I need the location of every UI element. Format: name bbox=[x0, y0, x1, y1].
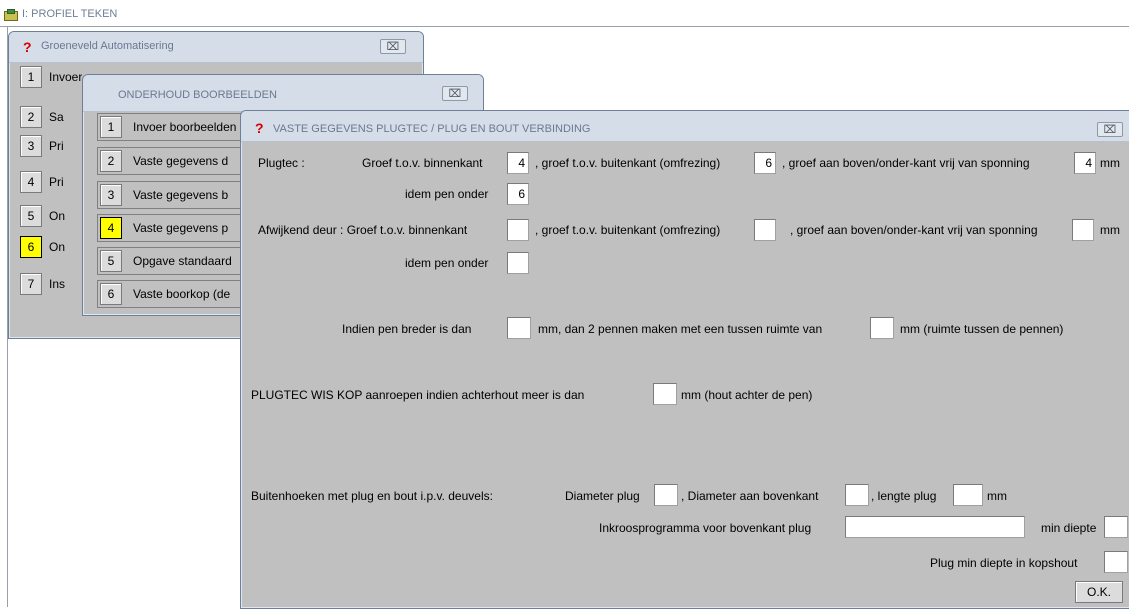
afwijkend-boven-input[interactable] bbox=[1072, 219, 1094, 241]
plugtec-label: Plugtec : bbox=[258, 156, 305, 170]
inkroos-label: Inkroosprogramma voor bovenkant plug bbox=[599, 521, 812, 535]
plugtec-boven-label: , groef aan boven/onder-kant vrij van sp… bbox=[782, 156, 1030, 170]
plugtec-binnen-label: Groef t.o.v. binnenkant bbox=[362, 156, 483, 170]
app-top-divider bbox=[0, 26, 1129, 27]
wiskop-input[interactable] bbox=[653, 383, 677, 405]
lengte-plug-label: , lengte plug bbox=[871, 489, 937, 503]
menu1-item-1-label[interactable]: Invoer bbox=[49, 70, 82, 84]
window-groeneveld-title: Groeneveld Automatisering bbox=[41, 40, 174, 52]
min-diepte-input[interactable] bbox=[1104, 516, 1128, 538]
app-title: I: PROFIEL TEKEN bbox=[22, 8, 118, 20]
menu2-item-1-button[interactable]: 1 bbox=[100, 116, 122, 138]
window-groeneveld-close-button[interactable]: ⌧ bbox=[380, 39, 406, 54]
inkroos-input[interactable] bbox=[845, 516, 1025, 538]
afwijkend-label: Afwijkend deur : Groef t.o.v. binnenkant bbox=[258, 223, 468, 237]
diameter-plug-label: Diameter plug bbox=[565, 489, 640, 503]
menu1-item-4-button[interactable]: 4 bbox=[20, 171, 42, 193]
afwijkend-mm-label: mm bbox=[1100, 223, 1120, 237]
menu1-item-7-label[interactable]: Ins bbox=[49, 277, 65, 291]
diameter-bovenkant-label: , Diameter aan bovenkant bbox=[681, 489, 819, 503]
pen-breder-label: Indien pen breder is dan bbox=[342, 322, 472, 336]
menu2-item-6-label[interactable]: Vaste boorkop (de bbox=[133, 287, 230, 301]
menu2-item-1-label[interactable]: Invoer boorbeelden bbox=[133, 120, 236, 134]
afwijkend-buiten-label: , groef t.o.v. buitenkant (omfrezing) bbox=[535, 223, 721, 237]
plugtec-buiten-input[interactable] bbox=[754, 152, 776, 174]
plugtec-mm-label: mm bbox=[1100, 156, 1120, 170]
diameter-bovenkant-input[interactable] bbox=[845, 484, 869, 506]
question-icon: ? bbox=[255, 120, 264, 136]
kopshout-label: Plug min diepte in kopshout bbox=[930, 556, 1078, 570]
diameter-plug-input[interactable] bbox=[654, 484, 678, 506]
menu2-item-4-button[interactable]: 4 bbox=[100, 217, 122, 239]
menu1-item-7-button[interactable]: 7 bbox=[20, 273, 42, 295]
afwijkend-binnen-input[interactable] bbox=[507, 219, 529, 241]
menu2-item-6-button[interactable]: 6 bbox=[100, 283, 122, 305]
wiskop-label: PLUGTEC WIS KOP aanroepen indien achterh… bbox=[251, 388, 585, 402]
menu1-item-6-button[interactable]: 6 bbox=[20, 236, 42, 258]
plugtec-pen-input[interactable] bbox=[507, 183, 529, 205]
plugtec-boven-input[interactable] bbox=[1074, 152, 1096, 174]
min-diepte-label: min diepte bbox=[1041, 521, 1097, 535]
question-icon: ? bbox=[23, 39, 32, 55]
pen-tussenruimte-label: mm, dan 2 pennen maken met een tussen ru… bbox=[538, 322, 823, 336]
menu1-item-3-button[interactable]: 3 bbox=[20, 135, 42, 157]
pen-ruimte-tussen-label: mm (ruimte tussen de pennen) bbox=[900, 322, 1064, 336]
pen-breder-input[interactable] bbox=[507, 317, 531, 339]
menu2-item-4-label[interactable]: Vaste gegevens p bbox=[133, 221, 228, 235]
menu1-item-3-label[interactable]: Pri bbox=[49, 139, 64, 153]
window-plugtec-close-button[interactable]: ⌧ bbox=[1097, 122, 1123, 137]
window-vaste-gegevens-plugtec: ? VASTE GEGEVENS PLUGTEC / PLUG EN BOUT … bbox=[240, 110, 1129, 609]
afwijkend-boven-label: , groef aan boven/onder-kant vrij van sp… bbox=[790, 223, 1038, 237]
window-plugtec-title: VASTE GEGEVENS PLUGTEC / PLUG EN BOUT VE… bbox=[273, 123, 591, 135]
window-onderhoud-title: ONDERHOUD BOORBEELDEN bbox=[118, 89, 277, 101]
menu1-item-2-label[interactable]: Sa bbox=[49, 110, 64, 124]
menu1-item-5-label[interactable]: On bbox=[49, 209, 65, 223]
plugtec-pen-label: idem pen onder bbox=[405, 187, 489, 201]
menu1-item-6-label[interactable]: On bbox=[49, 240, 65, 254]
menu2-item-5-button[interactable]: 5 bbox=[100, 250, 122, 272]
menu2-item-3-label[interactable]: Vaste gegevens b bbox=[133, 188, 228, 202]
plugtec-buiten-label: , groef t.o.v. buitenkant (omfrezing) bbox=[535, 156, 721, 170]
menu2-item-2-button[interactable]: 2 bbox=[100, 150, 122, 172]
wiskop-mm-label: mm (hout achter de pen) bbox=[681, 388, 813, 402]
hoeken-mm-label: mm bbox=[987, 489, 1007, 503]
ok-button[interactable]: O.K. bbox=[1075, 581, 1123, 603]
app-folder-icon bbox=[4, 8, 18, 21]
buitenhoeken-label: Buitenhoeken met plug en bout i.p.v. deu… bbox=[251, 489, 493, 503]
menu2-item-2-label[interactable]: Vaste gegevens d bbox=[133, 154, 228, 168]
window-onderhoud-close-button[interactable]: ⌧ bbox=[442, 86, 468, 101]
menu1-item-4-label[interactable]: Pri bbox=[49, 175, 64, 189]
afwijkend-buiten-input[interactable] bbox=[754, 219, 776, 241]
app-title-bar: I: PROFIEL TEKEN bbox=[4, 6, 117, 22]
pen-tussenruimte-input[interactable] bbox=[870, 317, 894, 339]
menu2-item-5-label[interactable]: Opgave standaard bbox=[133, 254, 232, 268]
afwijkend-pen-input[interactable] bbox=[507, 252, 529, 274]
lengte-plug-input[interactable] bbox=[953, 484, 983, 506]
menu1-item-2-button[interactable]: 2 bbox=[20, 106, 42, 128]
kopshout-input[interactable] bbox=[1104, 551, 1128, 573]
menu2-item-3-button[interactable]: 3 bbox=[100, 184, 122, 206]
afwijkend-pen-label: idem pen onder bbox=[405, 256, 489, 270]
menu1-item-5-button[interactable]: 5 bbox=[20, 205, 42, 227]
menu1-item-1-button[interactable]: 1 bbox=[20, 66, 42, 88]
plugtec-binnen-input[interactable] bbox=[507, 152, 529, 174]
